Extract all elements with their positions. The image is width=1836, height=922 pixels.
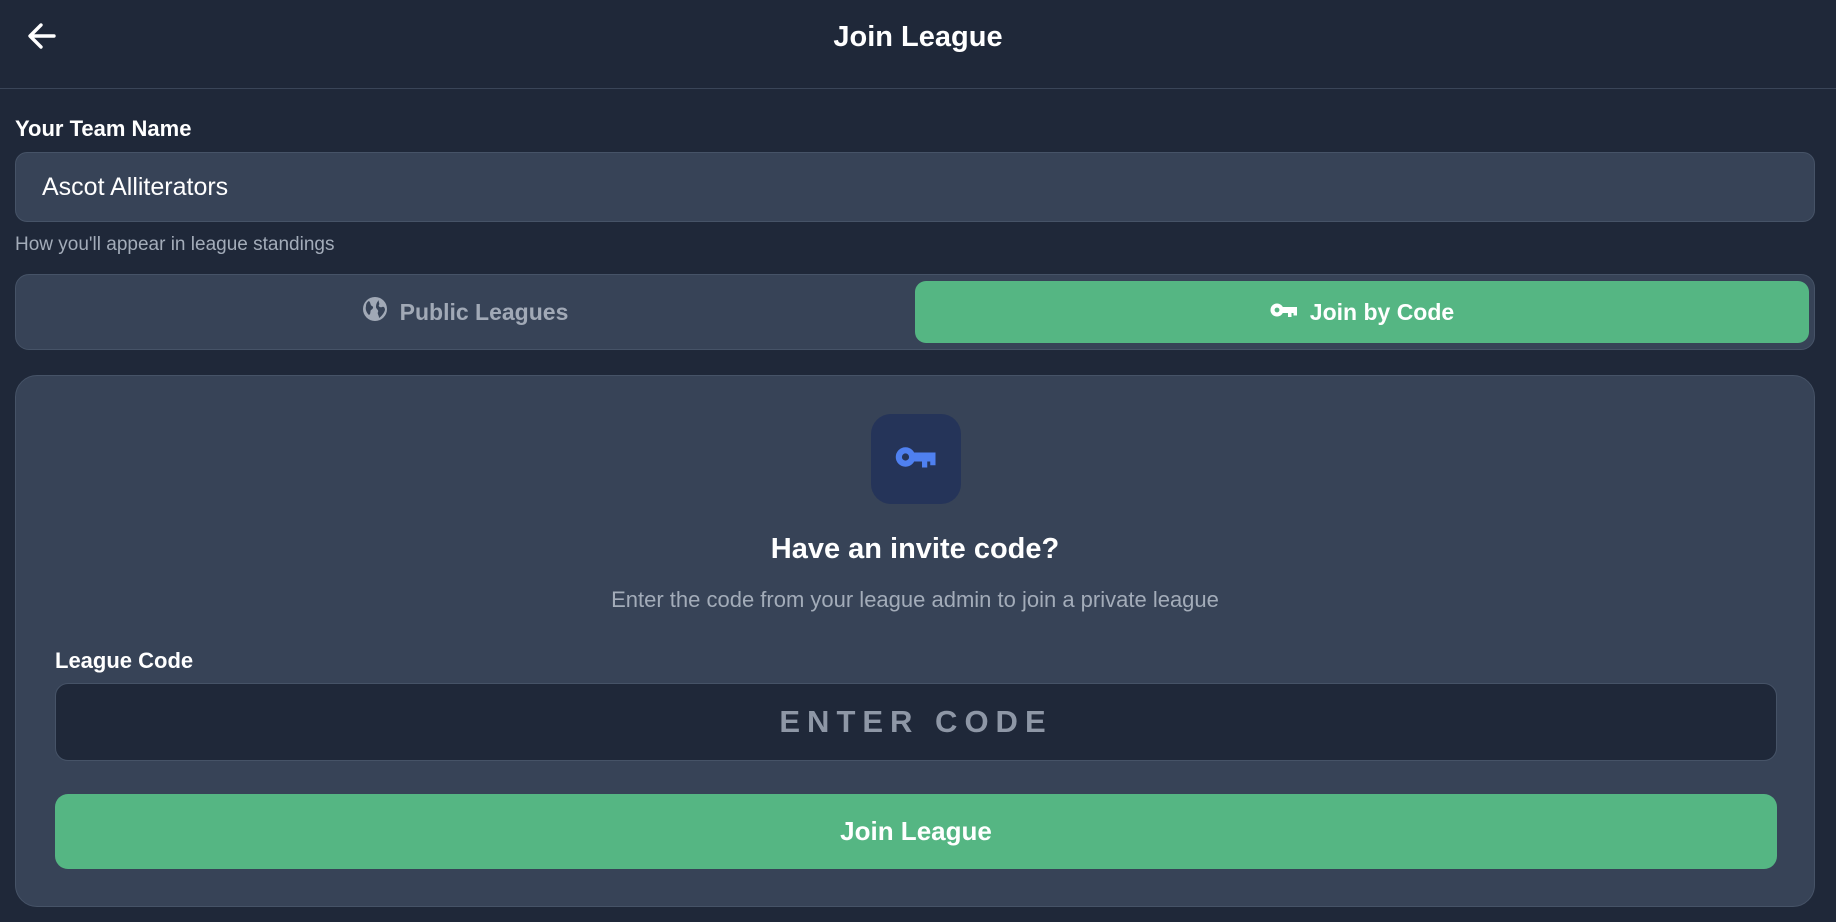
league-mode-tabs: Public Leagues Join by Code [15,274,1815,350]
team-name-input[interactable]: Ascot Alliterators [15,152,1815,222]
team-name-helper: How you'll appear in league standings [15,234,335,255]
league-code-label: League Code [55,648,194,673]
key-icon [1270,299,1298,326]
page-title: Join League [833,21,1003,53]
app-header: Join League [0,0,1836,89]
tab-public-leagues-label: Public Leagues [399,298,569,325]
team-name-value: Ascot Alliterators [42,172,229,201]
key-icon-tile [871,414,961,504]
league-code-input[interactable] [55,683,1777,761]
invite-subtext: Enter the code from your league admin to… [611,587,1219,612]
team-name-label: Your Team Name [15,116,192,141]
invite-code-card: Have an invite code? Enter the code from… [15,375,1815,907]
invite-heading: Have an invite code? [770,533,1060,565]
tab-join-by-code[interactable]: Join by Code [915,281,1809,343]
join-league-button[interactable]: Join League [55,794,1777,869]
globe-icon [362,296,388,328]
key-icon [894,442,938,477]
tab-join-by-code-label: Join by Code [1309,298,1455,325]
tab-public-leagues[interactable]: Public Leagues [21,281,909,343]
